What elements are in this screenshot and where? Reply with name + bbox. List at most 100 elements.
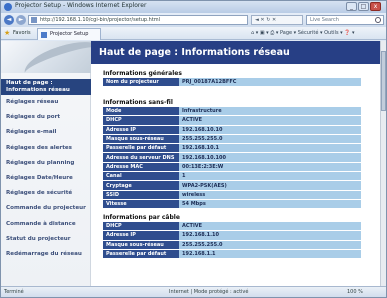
row-value: ACTIVE <box>179 116 361 125</box>
row-label: Masque sous-réseau <box>103 134 179 144</box>
row-label: Adresse du serveur DNS <box>103 153 179 162</box>
sidebar-item-email-settings[interactable]: Réglages e-mail <box>1 125 91 140</box>
browser-window: Projector Setup - Windows Internet Explo… <box>0 0 387 298</box>
table-row: Adresse MAC 00:13E:2:3E:W <box>103 162 361 172</box>
search-placeholder: Live Search <box>310 17 339 23</box>
close-button[interactable]: x <box>370 2 381 11</box>
sidebar-item-port-settings[interactable]: Réglages du port <box>1 110 91 125</box>
sidebar-item-schedule-settings[interactable]: Réglages du planning <box>1 156 91 171</box>
main-panel: Haut de page : Informations réseau Infor… <box>91 41 386 286</box>
window-title: Projector Setup - Windows Internet Explo… <box>15 2 147 9</box>
row-value: 192.168.1.10 <box>179 231 361 240</box>
row-value: 00:13E:2:3E:W <box>179 162 361 172</box>
section-title-wired: Informations par câble <box>103 214 180 221</box>
row-label: SSID <box>103 190 179 199</box>
row-label: DHCP <box>103 222 179 231</box>
row-value: 192.168.10.1 <box>179 144 361 153</box>
row-value: 192.168.10.10 <box>179 125 361 134</box>
row-value: 192.168.1.1 <box>179 249 361 259</box>
favorites-label[interactable]: Favoris <box>13 30 31 36</box>
row-value: ACTIVE <box>179 222 361 231</box>
table-row: DHCP ACTIVE <box>103 222 361 231</box>
row-label: DHCP <box>103 116 179 125</box>
row-label: Vitesse <box>103 199 179 209</box>
table-row: Adresse IP 192.168.10.10 <box>103 125 361 134</box>
row-label: Adresse IP <box>103 231 179 240</box>
row-value: WPA2-PSK(AES) <box>179 181 361 190</box>
tab-label: Projector Setup <box>50 31 89 37</box>
favorites-star-icon[interactable]: ★ <box>4 29 10 37</box>
url-text: http://192.168.1.10/cgi-bin/projector/se… <box>40 17 161 23</box>
status-text: Terminé <box>4 289 24 295</box>
row-label: Mode <box>103 107 179 116</box>
row-value: 255.255.255.0 <box>179 134 361 144</box>
row-label: Passerelle par défaut <box>103 249 179 259</box>
sidebar-item-projector-status[interactable]: Statut du projecteur <box>1 232 91 247</box>
page-header: Haut de page : Informations réseau <box>91 41 381 64</box>
row-value: 54 Mbps <box>179 199 361 209</box>
row-label: Passerelle par défaut <box>103 144 179 153</box>
favorites-bar: ★ Favoris Projector Setup ⌂ ▾ ▣ ▾ ⎙ ▾ Pa… <box>1 27 386 40</box>
row-value: 192.168.10.100 <box>179 153 361 162</box>
sidebar-item-projector-control[interactable]: Commande du projecteur <box>1 201 91 216</box>
zoom-level[interactable]: 100 % <box>347 289 363 295</box>
vertical-scrollbar[interactable] <box>380 41 386 286</box>
table-row: Mode Infrastructure <box>103 107 361 116</box>
row-value: wireless <box>179 190 361 199</box>
sidebar-item-alert-settings[interactable]: Réglages des alertes <box>1 141 91 156</box>
sidebar-item-network-settings[interactable]: Réglages réseau <box>1 95 91 110</box>
browser-icon <box>4 3 12 11</box>
table-row: Adresse du serveur DNS 192.168.10.100 <box>103 153 361 162</box>
search-input[interactable]: Live Search <box>306 15 384 25</box>
sidebar-item-security-settings[interactable]: Réglages de sécurité <box>1 186 91 201</box>
back-icon[interactable]: ◄ <box>4 15 14 25</box>
table-row: Adresse IP 192.168.1.10 <box>103 231 361 240</box>
table-row: Passerelle par défaut 192.168.10.1 <box>103 144 361 153</box>
forward-icon[interactable]: ► <box>16 15 26 25</box>
row-label: Adresse IP <box>103 125 179 134</box>
url-input[interactable]: http://192.168.1.10/cgi-bin/projector/se… <box>28 15 248 25</box>
browser-tab[interactable]: Projector Setup <box>37 28 101 40</box>
page-icon <box>31 17 37 23</box>
table-row: Cryptage WPA2-PSK(AES) <box>103 181 361 190</box>
wireless-info-table: Mode Infrastructure DHCP ACTIVE Adresse IP… <box>103 106 361 209</box>
minimize-button[interactable]: _ <box>346 2 357 11</box>
sidebar-item-network-restart[interactable]: Redémarrage du réseau <box>1 247 91 262</box>
status-bar: Terminé Internet | Mode protégé : activé… <box>1 286 386 297</box>
table-row: Masque sous-réseau 255.255.255.0 <box>103 134 361 144</box>
scrollbar-thumb[interactable] <box>381 51 386 111</box>
sidebar: Haut de page : Informations réseau Régla… <box>1 41 91 286</box>
row-value: Infrastructure <box>179 107 361 116</box>
wired-info-table: DHCP ACTIVE Adresse IP 192.168.1.10 Masque… <box>103 221 361 259</box>
address-tools[interactable]: ◄ ✕ ↻ ✕ <box>251 15 303 25</box>
sidebar-item-network-info[interactable]: Haut de page : Informations réseau <box>1 79 91 95</box>
row-label: Adresse MAC <box>103 162 179 172</box>
page-title: Haut de page : Informations réseau <box>99 47 290 58</box>
command-bar[interactable]: ⌂ ▾ ▣ ▾ ⎙ ▾ Page ▾ Sécurité ▾ Outils ▾ ❓… <box>251 30 355 36</box>
sidebar-item-datetime-settings[interactable]: Réglages Date/Heure <box>1 171 91 186</box>
row-label: Nom du projecteur <box>103 78 179 87</box>
row-value: PRJ_00187A12BFFC <box>179 78 361 87</box>
row-label: Masque sous-réseau <box>103 240 179 249</box>
logo <box>1 41 91 73</box>
table-row: Vitesse 54 Mbps <box>103 199 361 209</box>
table-row: Canal 1 <box>103 172 361 181</box>
table-row: Nom du projecteur PRJ_00187A12BFFC <box>103 78 361 87</box>
row-value: 1 <box>179 172 361 181</box>
row-value: 255.255.255.0 <box>179 240 361 249</box>
search-icon[interactable] <box>375 17 381 23</box>
title-bar: Projector Setup - Windows Internet Explo… <box>1 1 386 13</box>
tab-page-icon <box>41 32 47 38</box>
table-row: SSID wireless <box>103 190 361 199</box>
maximize-button[interactable]: □ <box>358 2 369 11</box>
security-zone: Internet | Mode protégé : activé <box>169 289 249 295</box>
row-label: Cryptage <box>103 181 179 190</box>
table-row: Passerelle par défaut 192.168.1.1 <box>103 249 361 259</box>
section-title-general: Informations générales <box>103 70 182 77</box>
sidebar-item-remote-control[interactable]: Commande à distance <box>1 217 91 232</box>
address-bar: ◄ ► http://192.168.1.10/cgi-bin/projecto… <box>1 13 386 27</box>
page-content: Haut de page : Informations réseau Régla… <box>1 41 386 286</box>
general-info-table: Nom du projecteur PRJ_00187A12BFFC <box>103 77 361 87</box>
table-row: Masque sous-réseau 255.255.255.0 <box>103 240 361 249</box>
section-title-wireless: Informations sans-fil <box>103 99 173 106</box>
